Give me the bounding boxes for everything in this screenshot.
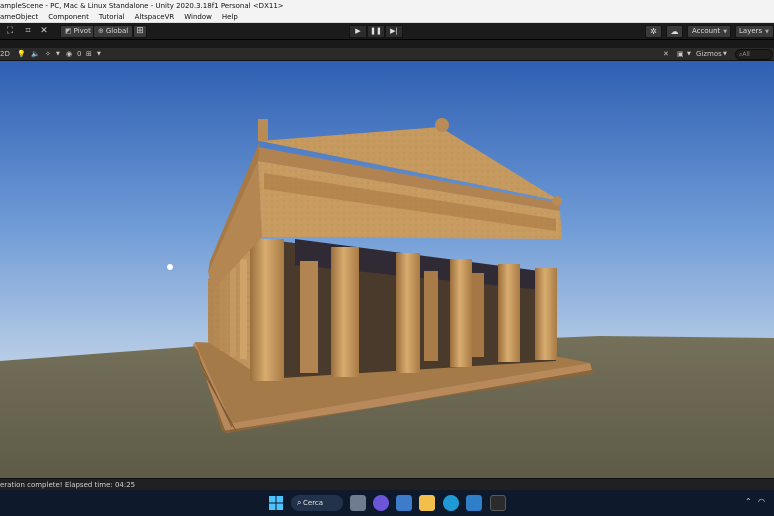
lighting-icon[interactable]: 💡 (17, 49, 26, 60)
edge-browser-icon[interactable] (443, 495, 459, 511)
tools-icon[interactable]: ✕ (663, 49, 669, 60)
menu-gameobject[interactable]: ameObject (0, 13, 43, 21)
pivot-icon: ◩ (65, 27, 72, 35)
grid-icon[interactable]: ⊞ (86, 49, 92, 60)
panel-tab-strip (0, 40, 774, 48)
unity-editor-window: ampleScene - PC, Mac & Linux Standalone … (0, 0, 774, 516)
menu-bar: ameObject Component Tutorial AltspaceVR … (0, 12, 774, 23)
status-message: eration complete! Elapsed time: 04:25 (0, 481, 136, 489)
scene-viewport[interactable] (0, 61, 774, 478)
gizmos-dropdown[interactable]: Gizmos (696, 49, 722, 60)
windows-taskbar: ⌕ Cerca ⌃ ◠ (0, 490, 774, 516)
sun-icon (167, 264, 173, 270)
account-dropdown[interactable]: Account ▼ (687, 25, 731, 38)
chevron-up-icon[interactable]: ⌃ (745, 497, 752, 506)
global-toggle[interactable]: ⊕ Global (93, 25, 134, 38)
scene-view-toolbar: 2D 💡 🔈 ✧ ▼ ◉ 0 ⊞ ▼ ✕ ▣ ▼ Gizmos ▼ ⌕All (0, 48, 774, 61)
chevron-down-icon[interactable]: ▼ (56, 49, 60, 60)
2d-toggle[interactable]: 2D (0, 49, 10, 60)
task-view-icon[interactable] (350, 495, 366, 511)
search-icon: ⌕ (297, 498, 302, 507)
snap-grid-icon[interactable]: ⊞ (133, 25, 147, 38)
step-button[interactable]: ▶| (385, 25, 403, 38)
camera-icon[interactable]: ▣ (677, 49, 684, 60)
window-title: ampleScene - PC, Mac & Linux Standalone … (0, 0, 774, 12)
scene-search-field[interactable]: ⌕All (735, 49, 773, 60)
taskbar-search[interactable]: ⌕ Cerca (291, 495, 343, 511)
chevron-down-icon: ▼ (723, 29, 728, 35)
app-icon[interactable] (466, 495, 482, 511)
collab-icon[interactable]: ✲ (645, 25, 662, 38)
layers-dropdown[interactable]: Layers ▼ (735, 25, 774, 38)
status-bar: eration complete! Elapsed time: 04:25 (0, 478, 774, 490)
menu-tutorial[interactable]: Tutorial (94, 13, 130, 21)
rect-tool-icon[interactable]: ⛶ (4, 26, 16, 37)
chevron-down-icon[interactable]: ▼ (687, 49, 691, 60)
menu-altspacevr[interactable]: AltspaceVR (130, 13, 180, 21)
wifi-icon[interactable]: ◠ (758, 497, 765, 506)
pivot-toggle[interactable]: ◩ Pivot (60, 25, 96, 38)
chevron-down-icon[interactable]: ▼ (723, 49, 727, 60)
menu-help[interactable]: Help (217, 13, 243, 21)
transform-tool-icon[interactable]: ⌗ (22, 26, 34, 37)
cloud-icon[interactable]: ☁ (666, 25, 683, 38)
unity-icon[interactable] (490, 495, 506, 511)
main-toolbar: ⛶ ⌗ ✕ ◩ Pivot ⊕ Global ⊞ ▶ ❚❚ ▶| ✲ ☁ Accou… (0, 23, 774, 40)
play-button[interactable]: ▶ (349, 25, 367, 38)
audio-icon[interactable]: 🔈 (31, 49, 40, 60)
chevron-down-icon: ▼ (765, 29, 770, 35)
menu-component[interactable]: Component (43, 13, 94, 21)
store-icon[interactable] (396, 495, 412, 511)
chevron-down-icon[interactable]: ▼ (97, 49, 101, 60)
hidden-count: 0 (77, 50, 82, 58)
windows-start-icon[interactable] (268, 495, 284, 511)
file-explorer-icon[interactable] (419, 495, 435, 511)
pause-button[interactable]: ❚❚ (367, 25, 385, 38)
effects-icon[interactable]: ✧ (45, 49, 51, 60)
custom-tool-icon[interactable]: ✕ (38, 26, 50, 37)
visibility-icon[interactable]: ◉ (66, 49, 72, 60)
teams-chat-icon[interactable] (373, 495, 389, 511)
play-controls: ▶ ❚❚ ▶| (349, 25, 403, 38)
menu-window[interactable]: Window (179, 13, 217, 21)
globe-icon: ⊕ (98, 27, 104, 35)
